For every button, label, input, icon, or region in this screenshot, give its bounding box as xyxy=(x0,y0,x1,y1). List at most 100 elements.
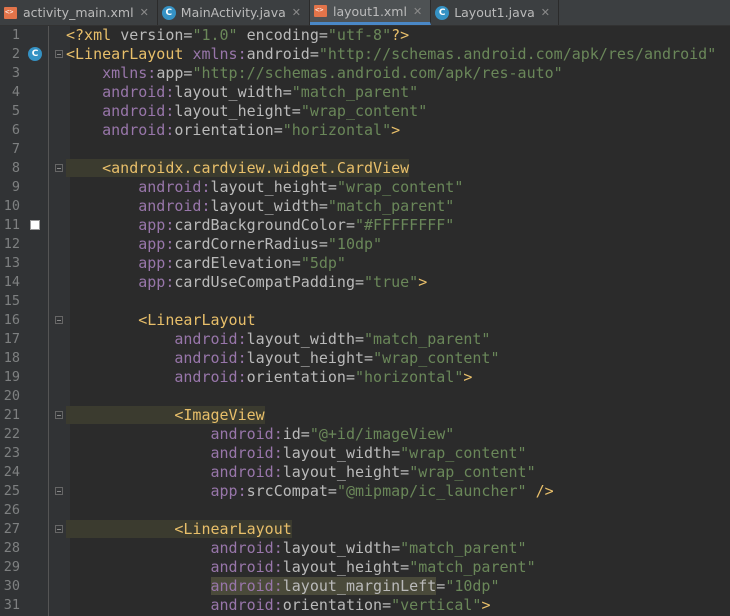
line-number: 9 xyxy=(11,179,20,195)
code-text: <?xml version="1.0" encoding="utf-8"?> xyxy=(66,26,410,44)
code-text: android:layout_width="match_parent" xyxy=(102,83,419,101)
code-line[interactable]: 10 android:layout_width="match_parent" xyxy=(0,197,730,216)
line-number: 14 xyxy=(3,274,20,290)
code-line[interactable]: 20 xyxy=(0,387,730,406)
line-number: 25 xyxy=(3,483,20,499)
line-number: 5 xyxy=(11,103,20,119)
code-text: app:cardBackgroundColor="#FFFFFFFF" xyxy=(138,216,455,234)
code-line[interactable]: 29 android:layout_height="match_parent" xyxy=(0,558,730,577)
tab-mainactivity-java[interactable]: C MainActivity.java ✕ xyxy=(158,0,310,25)
close-icon[interactable]: ✕ xyxy=(292,6,301,19)
fold-toggle-icon[interactable] xyxy=(55,316,63,324)
line-number: 17 xyxy=(3,331,20,347)
code-line[interactable]: 28 android:layout_width="match_parent" xyxy=(0,539,730,558)
code-line[interactable]: 18 android:layout_height="wrap_content" xyxy=(0,349,730,368)
code-line[interactable]: 9 android:layout_height="wrap_content" xyxy=(0,178,730,197)
line-number: 28 xyxy=(3,540,20,556)
code-line[interactable]: 13 app:cardElevation="5dp" xyxy=(0,254,730,273)
code-text: <LinearLayout xmlns:android="http://sche… xyxy=(66,45,717,63)
line-number: 31 xyxy=(3,597,20,613)
code-text: app:cardCornerRadius="10dp" xyxy=(138,235,383,253)
code-text: android:layout_width="match_parent" xyxy=(138,197,455,215)
tab-label: Layout1.java xyxy=(454,5,535,20)
line-number: 7 xyxy=(11,141,20,157)
code-text: app:srcCompat="@mipmap/ic_launcher" /> xyxy=(210,482,554,500)
code-text: android:orientation="horizontal"> xyxy=(102,121,401,139)
line-number: 2 xyxy=(11,46,20,62)
code-line[interactable]: 4 android:layout_width="match_parent" xyxy=(0,83,730,102)
code-line[interactable]: 27 <LinearLayout xyxy=(0,520,730,539)
close-icon[interactable]: ✕ xyxy=(413,5,422,18)
code-line[interactable]: 19 android:orientation="horizontal"> xyxy=(0,368,730,387)
code-text: app:cardUseCompatPadding="true"> xyxy=(138,273,428,291)
line-number: 11 xyxy=(3,217,20,233)
code-text: xmlns:app="http://schemas.android.com/ap… xyxy=(102,64,563,82)
code-text: android:layout_height="wrap_content" xyxy=(174,349,500,367)
line-number: 8 xyxy=(11,160,20,176)
code-line[interactable]: 25 app:srcCompat="@mipmap/ic_launcher" /… xyxy=(0,482,730,501)
code-line[interactable]: 12 app:cardCornerRadius="10dp" xyxy=(0,235,730,254)
fold-toggle-icon[interactable] xyxy=(55,487,63,495)
line-number: 18 xyxy=(3,350,20,366)
code-line[interactable]: 30 android:layout_marginLeft="10dp" xyxy=(0,577,730,596)
tab-layout1-xml[interactable]: layout1.xml ✕ xyxy=(309,0,432,25)
line-number: 30 xyxy=(3,578,20,594)
code-line[interactable]: 2 C <LinearLayout xmlns:android="http://sc… xyxy=(0,45,730,64)
color-swatch-icon[interactable] xyxy=(30,220,40,230)
line-number: 15 xyxy=(3,293,20,309)
code-line[interactable]: 8 <androidx.cardview.widget.CardView xyxy=(0,159,730,178)
class-gutter-icon[interactable]: C xyxy=(28,47,42,61)
code-text: android:layout_width="match_parent" xyxy=(210,539,527,557)
line-number: 16 xyxy=(3,312,20,328)
tab-activity-main-xml[interactable]: activity_main.xml ✕ xyxy=(0,0,158,25)
code-line[interactable]: 15 xyxy=(0,292,730,311)
code-line[interactable]: 26 xyxy=(0,501,730,520)
fold-toggle-icon[interactable] xyxy=(55,525,63,533)
code-text: <LinearLayout xyxy=(138,311,256,329)
line-number: 4 xyxy=(11,84,20,100)
close-icon[interactable]: ✕ xyxy=(140,6,149,19)
line-number: 3 xyxy=(11,65,20,81)
code-text: android:layout_width="wrap_content" xyxy=(210,444,527,462)
line-number: 19 xyxy=(3,369,20,385)
code-text: android:layout_marginLeft="10dp" xyxy=(210,577,500,595)
code-text: android:layout_width="match_parent" xyxy=(174,330,491,348)
line-number: 10 xyxy=(3,198,20,214)
line-number: 23 xyxy=(3,445,20,461)
tab-layout1-java[interactable]: C Layout1.java ✕ xyxy=(431,0,560,25)
fold-toggle-icon[interactable] xyxy=(55,50,63,58)
code-line[interactable]: 6 android:orientation="horizontal"> xyxy=(0,121,730,140)
fold-toggle-icon[interactable] xyxy=(55,411,63,419)
code-text: <androidx.cardview.widget.CardView xyxy=(66,159,410,178)
code-line[interactable]: 5 android:layout_height="wrap_content" xyxy=(0,102,730,121)
code-line[interactable]: 24 android:layout_height="wrap_content" xyxy=(0,463,730,482)
code-line[interactable]: 11 app:cardBackgroundColor="#FFFFFFFF" xyxy=(0,216,730,235)
code-text: android:layout_height="wrap_content" xyxy=(102,102,428,120)
line-number: 26 xyxy=(3,502,20,518)
tab-label: MainActivity.java xyxy=(180,5,286,20)
fold-toggle-icon[interactable] xyxy=(55,164,63,172)
code-line[interactable]: 21 <ImageView xyxy=(0,406,730,425)
xml-file-icon xyxy=(4,6,18,20)
code-text: app:cardElevation="5dp" xyxy=(138,254,346,272)
java-class-icon: C xyxy=(161,5,176,20)
code-line[interactable]: 1 <?xml version="1.0" encoding="utf-8"?> xyxy=(0,26,730,45)
code-line[interactable]: 17 android:layout_width="match_parent" xyxy=(0,330,730,349)
code-line[interactable]: 14 app:cardUseCompatPadding="true"> xyxy=(0,273,730,292)
code-line[interactable]: 23 android:layout_width="wrap_content" xyxy=(0,444,730,463)
line-number: 13 xyxy=(3,255,20,271)
line-number: 12 xyxy=(3,236,20,252)
code-text: <ImageView xyxy=(66,406,265,425)
line-number: 29 xyxy=(3,559,20,575)
code-text: android:orientation="vertical"> xyxy=(210,596,491,614)
code-line[interactable]: 16 <LinearLayout xyxy=(0,311,730,330)
code-line[interactable]: 31 android:orientation="vertical"> xyxy=(0,596,730,615)
code-line[interactable]: 7 xyxy=(0,140,730,159)
tab-label: layout1.xml xyxy=(332,3,407,19)
code-line[interactable]: 3 xmlns:app="http://schemas.android.com/… xyxy=(0,64,730,83)
editor-tabs: activity_main.xml ✕ C MainActivity.java … xyxy=(0,0,730,26)
close-icon[interactable]: ✕ xyxy=(541,6,550,19)
code-text: android:layout_height="wrap_content" xyxy=(210,463,536,481)
code-text: android:layout_height="match_parent" xyxy=(210,558,536,576)
code-line[interactable]: 22 android:id="@+id/imageView" xyxy=(0,425,730,444)
